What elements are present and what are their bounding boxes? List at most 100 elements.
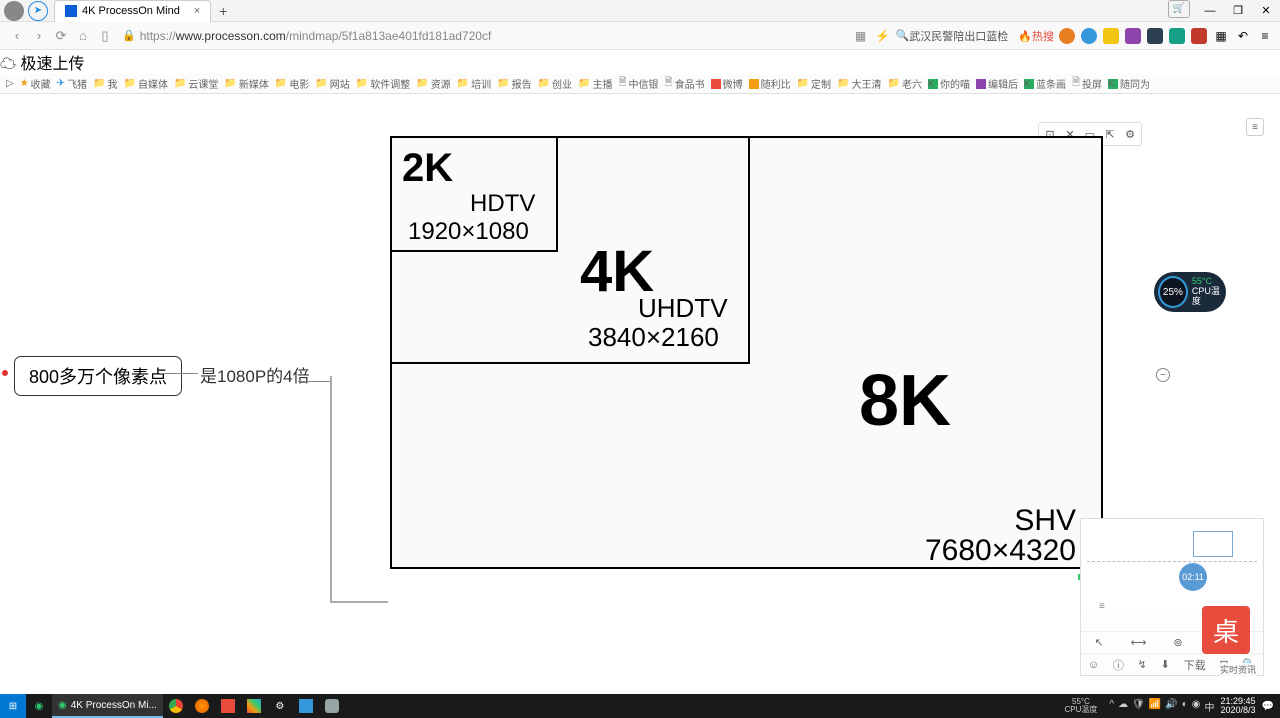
bookmark-item[interactable]: 📁电影 bbox=[275, 76, 309, 91]
tray-icon[interactable]: ^ bbox=[1109, 699, 1114, 714]
palette-btn-5[interactable]: ⚙ bbox=[1121, 125, 1139, 143]
home-button[interactable]: ⌂ bbox=[72, 25, 94, 47]
side-panel-toggle[interactable]: ≡ bbox=[1246, 118, 1264, 136]
bookmark-item[interactable]: 📁自媒体 bbox=[124, 76, 168, 91]
bookmark-item[interactable]: 📁资源 bbox=[416, 76, 450, 91]
bookmark-item[interactable]: 📁大王清 bbox=[837, 76, 881, 91]
bookmark-item[interactable]: 📁培训 bbox=[457, 76, 491, 91]
minimap-foot-3[interactable]: ↯ bbox=[1138, 658, 1147, 671]
browser-menu-icon[interactable]: ≡ bbox=[1256, 27, 1274, 45]
bookmark-item[interactable]: ★收藏 bbox=[20, 76, 51, 91]
minimap-time-bubble[interactable]: 02:11 bbox=[1179, 563, 1207, 591]
minimap-tool-3[interactable]: ⊚ bbox=[1173, 636, 1182, 649]
tray-icon[interactable]: ◐ bbox=[1182, 699, 1188, 714]
ext-icon-1[interactable] bbox=[1058, 27, 1076, 45]
taskbar-firefox-icon[interactable] bbox=[189, 694, 215, 718]
bookmark-item[interactable]: ✈飞猪 bbox=[57, 76, 87, 91]
bookmark-item[interactable]: 📁我 bbox=[93, 76, 117, 91]
ext-icon-7[interactable] bbox=[1190, 27, 1208, 45]
taskbar-processon[interactable]: ◉ 4K ProcessOn Mi... bbox=[52, 694, 163, 718]
taskbar-clock[interactable]: 21:29:45 2020/8/3 bbox=[1221, 697, 1256, 715]
taskbar-weather[interactable]: 55°C CPU温度 bbox=[1065, 698, 1098, 714]
taskbar-chrome-icon[interactable] bbox=[163, 694, 189, 718]
minimap-foot-2[interactable]: ⓘ bbox=[1113, 657, 1124, 673]
taskbar-app-icon[interactable] bbox=[293, 694, 319, 718]
ext-icon-3[interactable] bbox=[1102, 27, 1120, 45]
taskbar-app-icon[interactable] bbox=[241, 694, 267, 718]
minimap-viewport[interactable] bbox=[1193, 531, 1233, 557]
res-4k-sub1: UHDTV bbox=[638, 293, 728, 324]
mindmap-subtext[interactable]: 是1080P的4倍 bbox=[200, 362, 310, 387]
zoom-out-button[interactable]: − bbox=[1156, 368, 1170, 382]
nav-forward-button[interactable]: › bbox=[28, 25, 50, 47]
reload-button[interactable]: ⟳ bbox=[50, 25, 72, 47]
bookmark-item[interactable]: 📁网站 bbox=[315, 76, 349, 91]
tab-close-icon[interactable]: × bbox=[194, 5, 200, 17]
tray-icon[interactable]: ◉ bbox=[1192, 699, 1201, 714]
bookmark-item[interactable]: 随利比 bbox=[749, 76, 791, 91]
minimap-tool-1[interactable]: ↖ bbox=[1094, 636, 1103, 649]
mindmap-node[interactable]: 800多万个像素点 bbox=[14, 356, 182, 396]
bookmark-item[interactable]: 🗎食品书 bbox=[665, 75, 705, 92]
cart-icon[interactable]: 🛒 bbox=[1168, 0, 1190, 18]
flash-icon[interactable]: ⚡ bbox=[874, 27, 892, 45]
tray-icon[interactable]: ☁ bbox=[1118, 699, 1128, 714]
shield-icon[interactable]: ▯ bbox=[94, 25, 116, 47]
bookmark-item[interactable]: 微博 bbox=[711, 76, 743, 91]
taskbar-settings-icon[interactable]: ⚙ bbox=[267, 694, 293, 718]
tray-icon[interactable]: 🛡 bbox=[1132, 699, 1145, 714]
ext-grid-icon[interactable]: ▦ bbox=[1212, 27, 1230, 45]
window-maximize-button[interactable]: ❐ bbox=[1224, 0, 1252, 22]
minimap-view[interactable]: 02:11 bbox=[1081, 519, 1263, 609]
tray-icon[interactable]: 🔊 bbox=[1165, 699, 1177, 714]
tray-icon[interactable]: 📶 bbox=[1149, 699, 1161, 714]
bookmark-item[interactable]: 📁主播 bbox=[578, 76, 612, 91]
bookmark-expand-icon[interactable]: ▷ bbox=[6, 78, 14, 89]
ext-icon-6[interactable] bbox=[1168, 27, 1186, 45]
start-button[interactable]: ⊞ bbox=[0, 694, 26, 718]
bookmark-item[interactable]: 🗎中信银 bbox=[619, 75, 659, 92]
search-box[interactable]: 🔍 武汉民警陪出口蓝检 bbox=[896, 28, 1009, 44]
ext-icon-2[interactable] bbox=[1080, 27, 1098, 45]
bookmark-item[interactable]: K你的喵 bbox=[928, 76, 970, 91]
desktop-shortcut-icon[interactable]: 桌 bbox=[1202, 606, 1250, 654]
ext-icon-4[interactable] bbox=[1124, 27, 1142, 45]
resolution-diagram[interactable]: 8K SHV 7680×4320 4K UHDTV 3840×2160 2K H… bbox=[390, 136, 1103, 569]
bookmark-item[interactable]: 📁创业 bbox=[538, 76, 572, 91]
cpu-widget[interactable]: 25% 55°C CPU温度 bbox=[1154, 272, 1226, 312]
bookmark-item[interactable]: 📁定制 bbox=[797, 76, 831, 91]
trending-link[interactable]: 🔥热搜 bbox=[1018, 28, 1054, 44]
bookmark-item[interactable]: 📁报告 bbox=[497, 76, 531, 91]
notifications-icon[interactable]: 💬 bbox=[1262, 701, 1274, 712]
minimap-foot-1[interactable]: ☺ bbox=[1088, 659, 1099, 671]
nav-back-button[interactable]: ‹ bbox=[6, 25, 28, 47]
bookmark-item[interactable]: 📁新媒体 bbox=[224, 76, 268, 91]
taskbar-app-icon[interactable] bbox=[319, 694, 345, 718]
profile-avatar-icon[interactable] bbox=[4, 1, 24, 21]
window-minimize-button[interactable]: — bbox=[1196, 0, 1224, 22]
ext-icon-5[interactable] bbox=[1146, 27, 1164, 45]
bookmark-item[interactable]: 📁软件调整 bbox=[356, 76, 410, 91]
palette-btn-4[interactable]: ⇱ bbox=[1101, 125, 1119, 143]
tray-icon[interactable]: 中 bbox=[1205, 699, 1215, 714]
bookmark-item[interactable]: K随同为 bbox=[1108, 76, 1150, 91]
minimap-tool-2[interactable]: ⟷ bbox=[1131, 636, 1147, 649]
new-tab-button[interactable]: + bbox=[219, 3, 227, 19]
bookmark-item[interactable]: 🗎投屏 bbox=[1072, 75, 1102, 92]
browser-undo-icon[interactable]: ↶ bbox=[1234, 27, 1252, 45]
bookmark-item[interactable]: K蓝条画 bbox=[1024, 76, 1066, 91]
canvas[interactable]: ≡ ⊡ ✕ ▭ ⇱ ⚙ 800多万个像素点 是1080P的4倍 8K SHV 7… bbox=[0, 96, 1280, 694]
url-display[interactable]: 🔒 https:// www.processon.com /mindmap/5f… bbox=[122, 29, 491, 43]
nav-send-icon[interactable]: ➤ bbox=[28, 1, 48, 21]
upload-badge[interactable]: ☁ 极速上传 bbox=[0, 50, 1280, 74]
qr-icon[interactable]: ▦ bbox=[852, 27, 870, 45]
taskbar-app-icon[interactable] bbox=[215, 694, 241, 718]
browser-tab[interactable]: 4K ProcessOn Mind × bbox=[54, 0, 211, 22]
bookmark-item[interactable]: 编辑后 bbox=[976, 76, 1018, 91]
window-close-button[interactable]: ✕ bbox=[1252, 0, 1280, 22]
minimap-foot-download[interactable]: 下载 bbox=[1184, 657, 1206, 673]
bookmark-item[interactable]: 📁老六 bbox=[888, 76, 922, 91]
bookmark-item[interactable]: 📁云课堂 bbox=[174, 76, 218, 91]
taskbar-wechat-icon[interactable]: ◉ bbox=[26, 694, 52, 718]
minimap-foot-4[interactable]: ⬇ bbox=[1161, 658, 1170, 671]
